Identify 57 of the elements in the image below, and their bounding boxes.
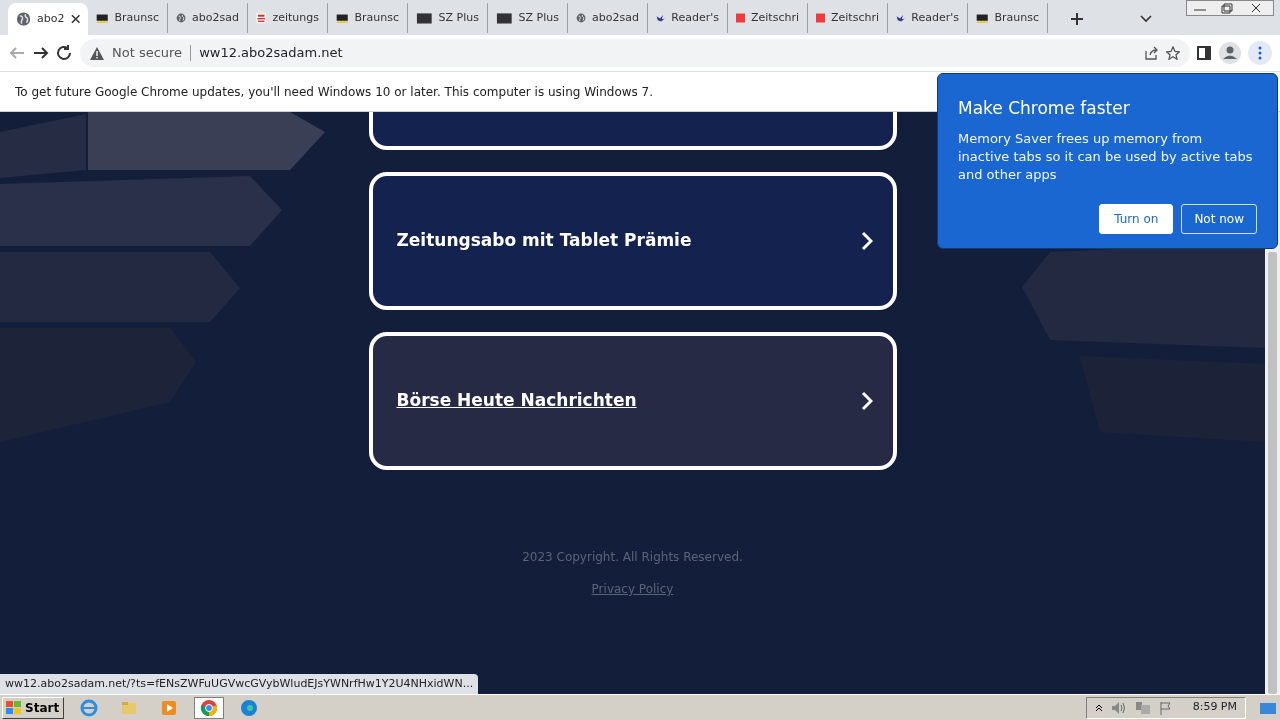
popup-title: Make Chrome faster xyxy=(958,97,1131,120)
globe-icon xyxy=(16,11,32,27)
browser-tab[interactable]: zeitungs xyxy=(248,3,328,33)
media-player-icon xyxy=(160,698,179,717)
browser-tab[interactable]: abo2sad xyxy=(168,3,248,33)
browser-tab[interactable]: abo2 xyxy=(8,3,88,35)
scrollbar-thumb[interactable] xyxy=(1268,252,1277,694)
browser-tab[interactable]: SZ Plus xyxy=(488,3,568,33)
menu-icon xyxy=(1248,41,1272,65)
url-text: ww12.abo2sadam.net xyxy=(199,44,343,63)
newspaper-logo-icon xyxy=(416,11,433,25)
security-label: Not secure xyxy=(112,44,183,63)
chrome-icon xyxy=(200,698,219,717)
back-icon xyxy=(8,45,26,61)
show-desktop-icon xyxy=(1259,700,1277,715)
warning-icon xyxy=(90,46,104,60)
flag-icon xyxy=(1158,700,1173,715)
browser-tab[interactable]: Reader's xyxy=(648,3,728,33)
star-icon xyxy=(1166,46,1180,60)
browser-tab[interactable]: Braunsc xyxy=(968,3,1048,33)
link-card[interactable]: Zeitungsabo mit Tablet Prämie xyxy=(368,172,897,310)
edge-icon xyxy=(240,698,259,717)
network-icon xyxy=(1134,700,1151,715)
browser-tab[interactable]: Braunsc xyxy=(88,3,168,33)
link-card[interactable]: Börse Heute Nachrichten xyxy=(368,332,897,470)
status-url: ww12.abo2sadam.net/?ts=fENsZWFuUGVwcGVybWludEJsYWNrfHw1Y2U4NHxidWN... xyxy=(0,674,479,695)
browser-tab[interactable]: Zeitschri xyxy=(728,3,808,33)
browser-e-icon xyxy=(80,698,99,717)
popup-message: Memory Saver frees up memory from inactive tabs so it can be used by active tabs and other apps xyxy=(958,129,1254,184)
windows-logo-icon xyxy=(5,699,23,716)
popup-button[interactable]: Turn on xyxy=(1099,203,1174,234)
taskbar-app[interactable] xyxy=(194,696,225,719)
close-icon xyxy=(70,14,80,24)
start-button[interactable]: Start xyxy=(2,696,65,719)
speaker-icon xyxy=(1110,700,1127,715)
chevron-right-icon xyxy=(860,231,873,251)
chevron-up-icon xyxy=(1094,703,1103,712)
address-bar[interactable]: Not secure ww12.abo2sadam.net xyxy=(80,39,1190,67)
infobar-message: To get future Google Chrome updates, you'll need Windows 10 or later. This computer is using Windows 7. xyxy=(15,83,654,101)
browser-tab[interactable]: Reader's xyxy=(888,3,968,33)
reload-icon xyxy=(56,45,74,61)
newspaper-logo-icon xyxy=(496,11,513,25)
chevron-right-icon xyxy=(860,391,873,411)
side-panel-icon xyxy=(1196,45,1212,61)
dropdown-icon xyxy=(1140,15,1152,23)
popup-button[interactable]: Not now xyxy=(1181,203,1257,234)
profile-icon xyxy=(1218,41,1242,65)
new-tab-icon xyxy=(1070,12,1084,26)
clock-time: 8:59 PM xyxy=(1192,699,1237,716)
browser-tab[interactable]: SZ Plus xyxy=(408,3,488,33)
forward-icon xyxy=(32,45,50,61)
share-icon xyxy=(1144,46,1158,60)
browser-tab[interactable]: Zeitschri xyxy=(808,3,888,33)
browser-tab[interactable]: Braunsc xyxy=(328,3,408,33)
brand-logo-icon xyxy=(256,10,267,26)
copyright-text: 2023 Copyright. All Rights Reserved. xyxy=(522,549,743,566)
browser-tab[interactable]: abo2sad xyxy=(568,3,648,33)
